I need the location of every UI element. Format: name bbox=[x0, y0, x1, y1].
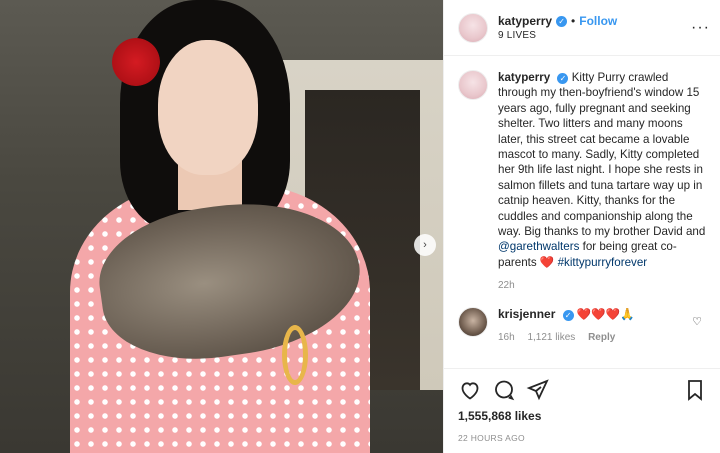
header-username[interactable]: katyperry bbox=[498, 14, 552, 28]
heart-emoji: ❤️ bbox=[539, 255, 555, 269]
reply-button[interactable]: Reply bbox=[588, 332, 615, 343]
comment-username[interactable]: krisjenner bbox=[498, 307, 555, 321]
comment-body: krisjenner ✓ ❤️❤️❤️🙏 16h 1,121 likes Rep… bbox=[498, 307, 635, 345]
caption: katyperry ✓ Kitty Purry crawled through … bbox=[458, 70, 706, 270]
caption-body: Kitty Purry crawled through my then-boyf… bbox=[498, 71, 706, 239]
avatar[interactable] bbox=[458, 70, 488, 100]
header-subtitle: 9 LIVES bbox=[498, 30, 537, 41]
photo-red-flower bbox=[112, 38, 160, 86]
caption-hashtag-link[interactable]: #kittypurryforever bbox=[558, 256, 648, 269]
separator-dot: • bbox=[571, 14, 576, 28]
photo-face bbox=[158, 40, 258, 175]
caption-username[interactable]: katyperry bbox=[498, 71, 550, 84]
comment-item: krisjenner ✓ ❤️❤️❤️🙏 16h 1,121 likes Rep… bbox=[458, 307, 706, 345]
caption-mention-link[interactable]: @garethwalters bbox=[498, 240, 579, 253]
comment-likes[interactable]: 1,121 likes bbox=[527, 332, 575, 343]
caption-time: 22h bbox=[498, 280, 515, 292]
more-options-icon[interactable]: ··· bbox=[691, 19, 710, 37]
caption-text: katyperry ✓ Kitty Purry crawled through … bbox=[498, 70, 706, 270]
chevron-right-icon: › bbox=[423, 239, 427, 251]
avatar[interactable] bbox=[458, 307, 488, 338]
post-side-panel: katyperry ✓ • Follow 9 LIVES ··· katyper… bbox=[443, 0, 720, 453]
heart-icon[interactable] bbox=[458, 378, 482, 402]
comment-meta: 16h 1,121 likes Reply bbox=[498, 330, 635, 345]
verified-icon: ✓ bbox=[556, 15, 568, 27]
follow-button[interactable]: Follow bbox=[579, 14, 617, 28]
likes-count[interactable]: 1,555,868 likes bbox=[458, 409, 707, 423]
post-photo[interactable]: › bbox=[0, 0, 443, 453]
avatar[interactable] bbox=[458, 12, 488, 43]
post-header: katyperry ✓ • Follow 9 LIVES ··· bbox=[444, 0, 720, 56]
verified-icon: ✓ bbox=[557, 73, 569, 85]
comments-section[interactable]: katyperry ✓ Kitty Purry crawled through … bbox=[444, 56, 720, 368]
share-icon[interactable] bbox=[526, 378, 550, 402]
post-actions: 1,555,868 likes 22 HOURS AGO bbox=[444, 368, 720, 453]
posted-time: 22 HOURS AGO bbox=[458, 433, 525, 443]
verified-icon: ✓ bbox=[562, 310, 574, 322]
photo-bracelet bbox=[282, 325, 308, 385]
bookmark-icon[interactable] bbox=[683, 378, 707, 402]
next-photo-button[interactable]: › bbox=[414, 234, 436, 256]
comment-icon[interactable] bbox=[492, 378, 516, 402]
comment-time: 16h bbox=[498, 332, 515, 344]
comment-like-icon[interactable]: ♡ bbox=[692, 315, 702, 328]
header-info: katyperry ✓ • Follow 9 LIVES bbox=[498, 14, 691, 41]
comment-text: ❤️❤️❤️🙏 bbox=[576, 308, 635, 322]
action-icons bbox=[458, 377, 707, 403]
